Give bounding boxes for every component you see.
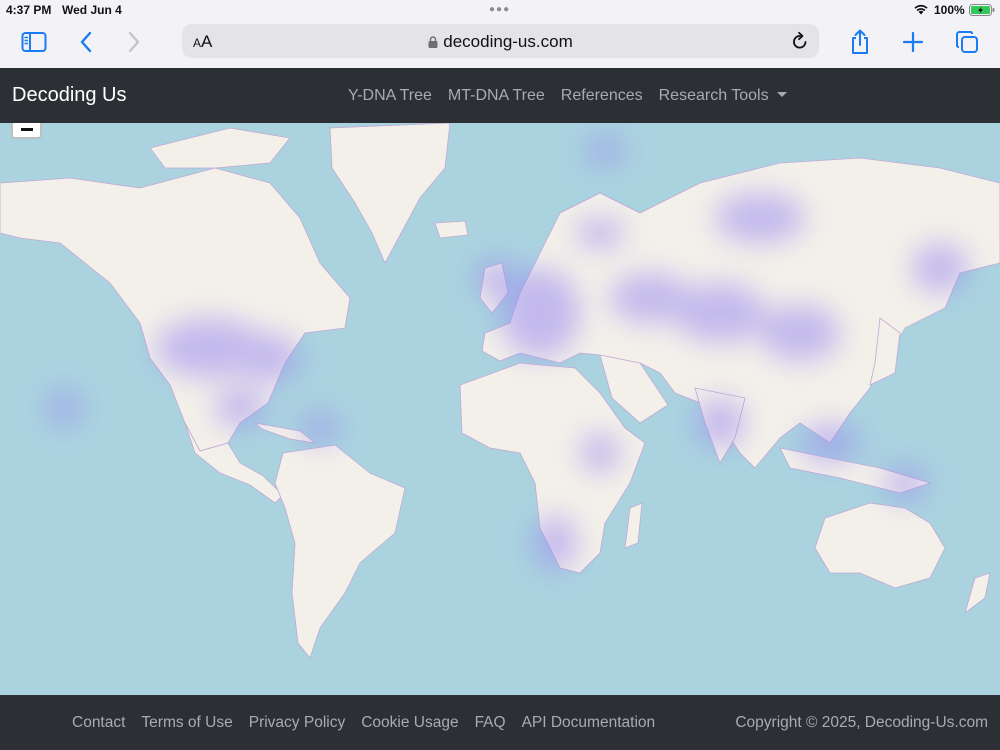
- footer-cookie-usage[interactable]: Cookie Usage: [353, 714, 466, 732]
- caret-down-icon: [776, 92, 787, 97]
- zoom-out-button[interactable]: [11, 123, 42, 139]
- battery-charging-icon: [969, 4, 995, 16]
- copyright-text: Copyright © 2025, Decoding-Us.com: [735, 714, 988, 731]
- footer-api-documentation[interactable]: API Documentation: [514, 714, 664, 732]
- arctic-islands: [149, 127, 291, 169]
- forward-icon[interactable]: [119, 28, 149, 56]
- battery-percent: 100%: [934, 3, 965, 17]
- nav-research-tools-dropdown[interactable]: Research Tools: [651, 87, 795, 105]
- heat-caribbean: [300, 412, 340, 444]
- status-bar: 4:37 PM Wed Jun 4 ●●● 100%: [0, 0, 1000, 20]
- minus-icon: [20, 127, 33, 131]
- heat-gulf: [215, 388, 265, 428]
- status-time: 4:37 PM: [6, 3, 52, 17]
- heat-far-east-russia: [912, 243, 968, 293]
- footer-privacy-policy[interactable]: Privacy Policy: [241, 714, 353, 732]
- land-layer: [0, 123, 1000, 659]
- map-canvas: [0, 123, 1000, 659]
- back-icon[interactable]: [71, 28, 101, 56]
- nav-links: Y-DNA Tree MT-DNA Tree References Resear…: [340, 87, 795, 105]
- site-footer: Contact Terms of Use Privacy Policy Cook…: [0, 695, 1000, 750]
- heat-east-africa: [580, 433, 620, 473]
- nav-y-dna-tree[interactable]: Y-DNA Tree: [340, 87, 440, 105]
- heat-svalbard: [585, 136, 625, 166]
- lock-icon: [428, 36, 438, 48]
- heat-india: [695, 398, 745, 448]
- share-icon[interactable]: [845, 28, 875, 56]
- browser-toolbar: AA decoding-us.com: [0, 20, 1000, 68]
- tabs-icon[interactable]: [952, 28, 982, 56]
- heat-siberia: [715, 193, 805, 243]
- sidebar-icon[interactable]: [19, 28, 49, 56]
- heat-new-guinea: [883, 465, 927, 501]
- footer-contact[interactable]: Contact: [64, 714, 133, 732]
- iceland: [434, 220, 469, 239]
- research-tools-label: Research Tools: [658, 87, 769, 104]
- australia: [814, 502, 946, 589]
- heat-arctic-europe: [575, 218, 625, 248]
- nav-references[interactable]: References: [553, 87, 651, 105]
- wifi-icon: [914, 4, 928, 15]
- site-navbar: Decoding Us Y-DNA Tree MT-DNA Tree Refer…: [0, 68, 1000, 123]
- nav-mt-dna-tree[interactable]: MT-DNA Tree: [440, 87, 553, 105]
- south-america: [274, 444, 406, 659]
- status-date: Wed Jun 4: [62, 3, 122, 17]
- reload-icon[interactable]: [791, 31, 809, 51]
- madagascar: [624, 502, 643, 549]
- heat-uk: [475, 258, 515, 298]
- url-text: decoding-us.com: [443, 32, 573, 51]
- multitasking-dots-icon[interactable]: ●●●: [489, 4, 510, 15]
- heat-southern-africa: [533, 515, 577, 571]
- new-tab-icon[interactable]: [898, 28, 928, 56]
- address-bar[interactable]: AA decoding-us.com: [182, 24, 819, 58]
- footer-links: Contact Terms of Use Privacy Policy Cook…: [64, 714, 663, 732]
- heat-west-asia: [675, 283, 765, 343]
- new-zealand: [964, 572, 991, 615]
- world-heatmap[interactable]: [0, 123, 1000, 695]
- footer-faq[interactable]: FAQ: [467, 714, 514, 732]
- heat-china: [760, 305, 840, 361]
- heat-hawaii: [47, 390, 83, 426]
- heat-east-usa: [240, 333, 300, 383]
- greenland: [329, 123, 451, 264]
- footer-terms-of-use[interactable]: Terms of Use: [133, 714, 240, 732]
- brand-link[interactable]: Decoding Us: [12, 84, 127, 107]
- heat-southeast-asia: [800, 423, 860, 463]
